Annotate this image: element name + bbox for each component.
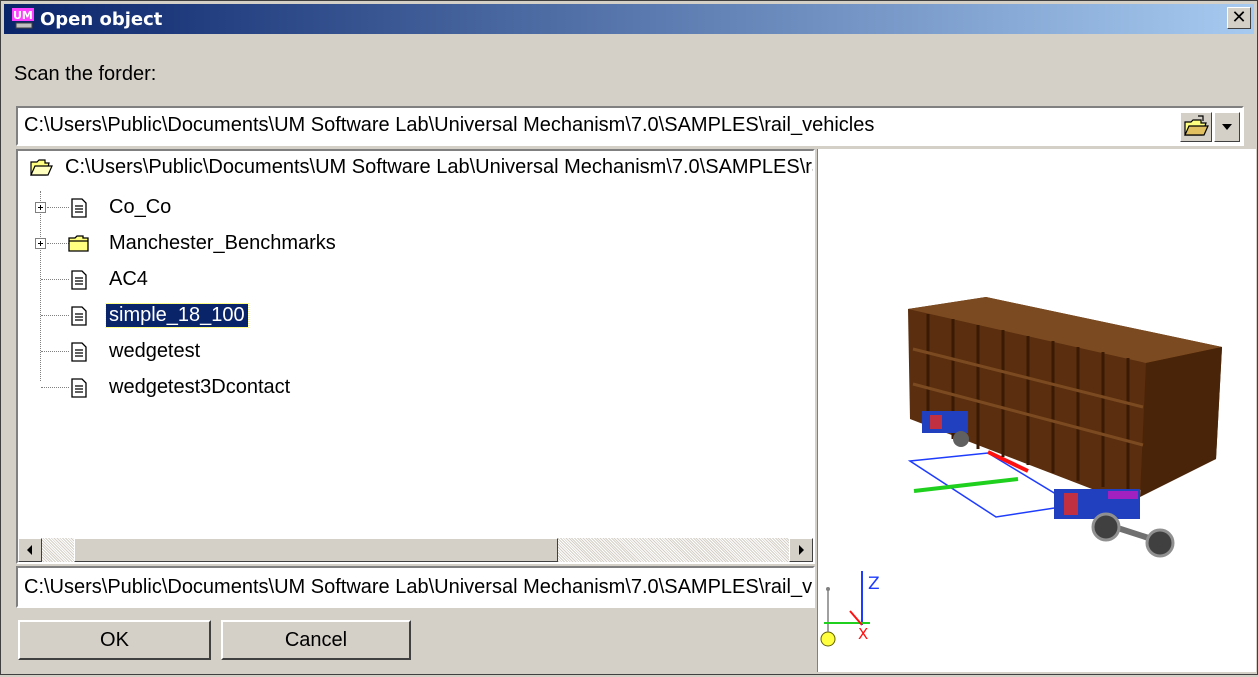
scroll-left-button[interactable] xyxy=(18,538,42,562)
folder-path-combobox[interactable]: C:\Users\Public\Documents\UM Software La… xyxy=(16,106,1244,146)
tree-item-label: Co_Co xyxy=(109,196,172,218)
close-button[interactable]: ✕ xyxy=(1227,7,1251,29)
ok-button[interactable]: OK xyxy=(18,620,211,660)
document-icon xyxy=(71,270,87,290)
document-icon xyxy=(71,378,87,398)
document-icon xyxy=(71,306,87,326)
expand-icon[interactable] xyxy=(35,238,46,249)
tree-root-label: C:\Users\Public\Documents\UM Software La… xyxy=(65,156,813,178)
tree-horizontal-scrollbar[interactable] xyxy=(18,538,813,562)
tree-item-label: wedgetest xyxy=(109,340,201,362)
folder-tree[interactable]: C:\Users\Public\Documents\UM Software La… xyxy=(16,149,815,564)
cancel-button[interactable]: Cancel xyxy=(221,620,411,660)
open-folder-icon xyxy=(30,159,53,176)
title-bar[interactable]: UM Open object ✕ xyxy=(4,4,1254,34)
folder-icon xyxy=(68,235,89,252)
folder-path-value[interactable]: C:\Users\Public\Documents\UM Software La… xyxy=(24,114,874,137)
wagon-end xyxy=(1140,347,1222,497)
tree-item-label: AC4 xyxy=(109,268,148,290)
front-bogie xyxy=(922,411,969,447)
open-object-dialog: UM Open object ✕ Scan the forder: C:\Use… xyxy=(0,0,1258,675)
svg-text:UM: UM xyxy=(13,9,33,22)
z-axis-label: Z xyxy=(868,574,880,594)
dialog-title: Open object xyxy=(40,9,163,30)
tree-guide-line xyxy=(40,191,41,381)
folder-dropdown-button[interactable] xyxy=(1214,112,1240,142)
scroll-thumb[interactable] xyxy=(74,538,558,562)
chevron-down-icon xyxy=(1222,124,1232,130)
scan-folder-label: Scan the forder: xyxy=(14,63,157,85)
y-axis-line xyxy=(913,477,1019,493)
selected-file-value[interactable]: C:\Users\Public\Documents\UM Software La… xyxy=(24,576,813,599)
expand-icon[interactable] xyxy=(35,202,46,213)
um-app-icon: UM xyxy=(12,8,34,29)
arrow-left-icon xyxy=(27,545,32,555)
browse-folder-button[interactable] xyxy=(1180,112,1212,142)
open-folder-icon xyxy=(1184,115,1209,136)
arrow-right-icon xyxy=(799,545,804,555)
scroll-right-button[interactable] xyxy=(789,538,813,562)
axes-gizmo: Z X xyxy=(820,571,880,647)
x-axis-label: X xyxy=(858,625,868,643)
selected-file-field[interactable]: C:\Users\Public\Documents\UM Software La… xyxy=(16,566,815,608)
tree-item-label-selected: simple_18_100 xyxy=(105,303,249,328)
document-icon xyxy=(71,198,87,218)
document-icon xyxy=(71,342,87,362)
model-preview-pane[interactable]: Z X xyxy=(817,149,1256,672)
tree-item-label: Manchester_Benchmarks xyxy=(109,232,336,254)
tree-item-label: wedgetest3Dcontact xyxy=(109,376,291,398)
rear-bogie xyxy=(1054,489,1175,558)
freight-wagon-3d-preview: Z X xyxy=(820,297,1222,647)
